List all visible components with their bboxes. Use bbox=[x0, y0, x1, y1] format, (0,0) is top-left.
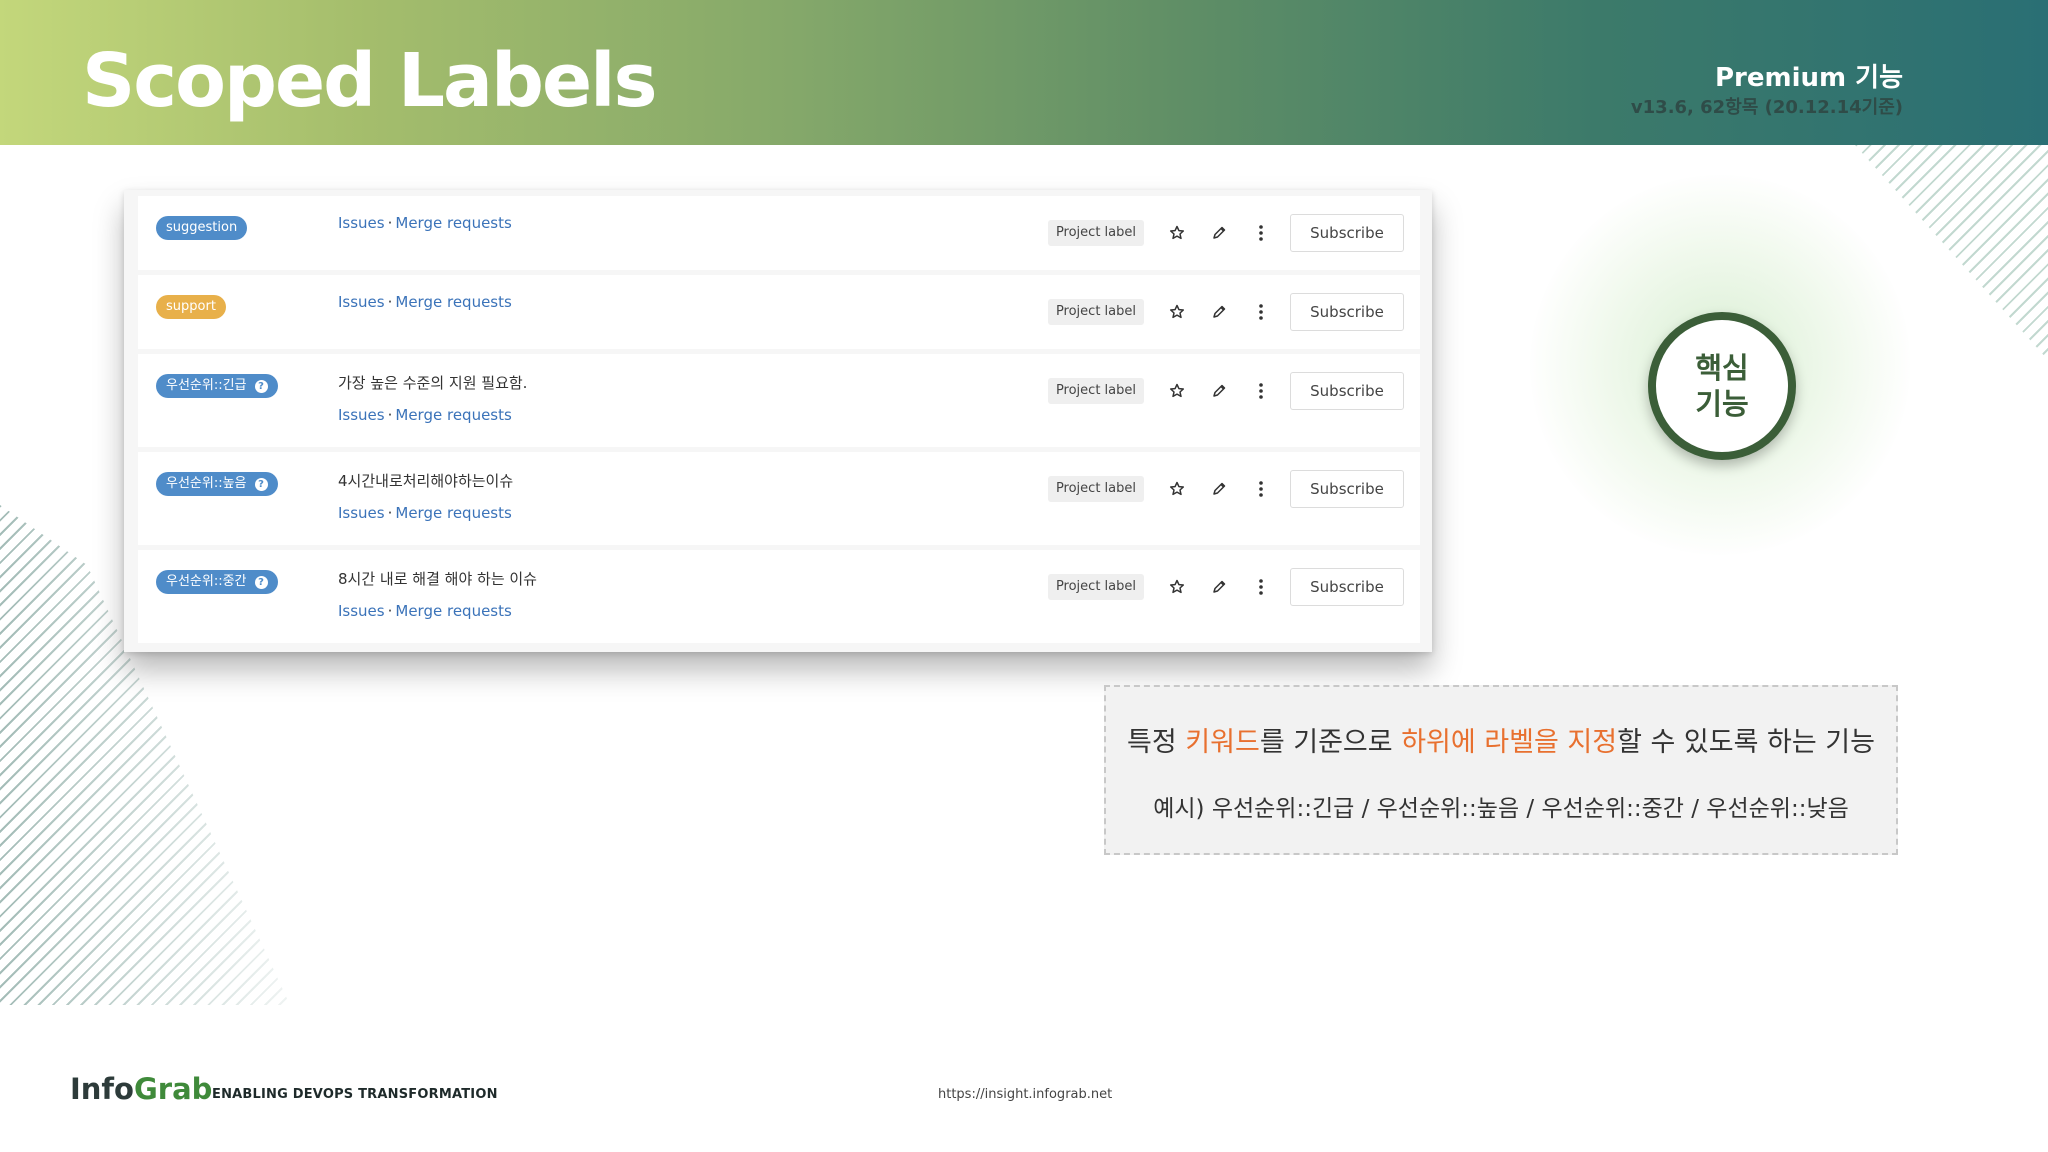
label-pill-text: 우선순위::긴급 bbox=[166, 378, 247, 393]
star-icon[interactable] bbox=[1156, 375, 1198, 407]
explanation-phrase: 하위에 라벨을 지정 bbox=[1401, 727, 1618, 758]
core-badge-line1: 핵심 bbox=[1695, 351, 1749, 385]
merge-requests-link[interactable]: Merge requests bbox=[395, 504, 511, 522]
core-badge-line2: 기능 bbox=[1695, 387, 1749, 421]
label-actions: Project label Subscribe bbox=[1047, 568, 1404, 606]
label-row: 우선순위::긴급 ? 가장 높은 수준의 지원 필요함. Issues · Merg… bbox=[138, 354, 1420, 447]
footer-tagline: ENABLING DEVOPS TRANSFORMATION bbox=[212, 1087, 498, 1102]
label-description: 8시간 내로 해결 해야 하는 이슈 bbox=[338, 570, 537, 588]
kebab-menu-icon[interactable] bbox=[1240, 473, 1282, 505]
label-actions: Project label Subscribe bbox=[1047, 470, 1404, 508]
merge-requests-link[interactable]: Merge requests bbox=[395, 214, 511, 232]
label-row: suggestion Issues · Merge requests Project… bbox=[138, 196, 1420, 270]
pencil-icon[interactable] bbox=[1198, 375, 1240, 407]
issues-link[interactable]: Issues bbox=[338, 406, 385, 424]
star-icon[interactable] bbox=[1156, 217, 1198, 249]
link-separator: · bbox=[387, 406, 393, 424]
label-pill-support[interactable]: support bbox=[156, 295, 226, 319]
project-label-badge: Project label bbox=[1047, 574, 1144, 600]
explanation-part1: 특정 bbox=[1127, 727, 1186, 758]
issues-link[interactable]: Issues bbox=[338, 504, 385, 522]
label-pill-text: 우선순위::높음 bbox=[166, 476, 247, 491]
explanation-example: 예시) 우선순위::긴급 / 우선순위::높음 / 우선순위::중간 / 우선순… bbox=[1153, 796, 1849, 822]
merge-requests-link[interactable]: Merge requests bbox=[395, 602, 511, 620]
link-separator: · bbox=[387, 214, 393, 232]
link-separator: · bbox=[387, 504, 393, 522]
issues-link[interactable]: Issues bbox=[338, 602, 385, 620]
kebab-menu-icon[interactable] bbox=[1240, 375, 1282, 407]
pencil-icon[interactable] bbox=[1198, 473, 1240, 505]
question-circle-icon[interactable]: ? bbox=[254, 379, 268, 393]
core-feature-badge: 핵심 기능 bbox=[1648, 312, 1796, 460]
label-pill-priority-urgent[interactable]: 우선순위::긴급 ? bbox=[156, 374, 278, 398]
pencil-icon[interactable] bbox=[1198, 571, 1240, 603]
label-links: Issues · Merge requests bbox=[338, 406, 512, 424]
star-icon[interactable] bbox=[1156, 571, 1198, 603]
star-icon[interactable] bbox=[1156, 296, 1198, 328]
merge-requests-link[interactable]: Merge requests bbox=[395, 406, 511, 424]
kebab-menu-icon[interactable] bbox=[1240, 296, 1282, 328]
subscribe-button[interactable]: Subscribe bbox=[1290, 372, 1404, 410]
pencil-icon[interactable] bbox=[1198, 217, 1240, 249]
header-band: Scoped Labels Premium 기능 v13.6, 62항목 (20… bbox=[0, 0, 2048, 145]
explanation-keyword: 키워드 bbox=[1185, 727, 1260, 758]
label-pill-priority-medium[interactable]: 우선순위::중간 ? bbox=[156, 570, 278, 594]
explanation-part3: 할 수 있도록 하는 기능 bbox=[1617, 727, 1875, 758]
explanation-part2: 를 기준으로 bbox=[1259, 727, 1402, 758]
label-row: 우선순위::중간 ? 8시간 내로 해결 해야 하는 이슈 Issues · Mer… bbox=[138, 550, 1420, 643]
label-pill-text: suggestion bbox=[166, 220, 238, 235]
explanation-text: 특정 키워드를 기준으로 하위에 라벨을 지정할 수 있도록 하는 기능 bbox=[1106, 720, 1896, 759]
kebab-menu-icon[interactable] bbox=[1240, 217, 1282, 249]
link-separator: · bbox=[387, 293, 393, 311]
subscribe-button[interactable]: Subscribe bbox=[1290, 214, 1404, 252]
project-label-badge: Project label bbox=[1047, 378, 1144, 404]
question-circle-icon[interactable]: ? bbox=[254, 575, 268, 589]
infograb-logo: InfoGrab bbox=[70, 1072, 212, 1106]
subscribe-button[interactable]: Subscribe bbox=[1290, 470, 1404, 508]
star-icon[interactable] bbox=[1156, 473, 1198, 505]
subscribe-button[interactable]: Subscribe bbox=[1290, 293, 1404, 331]
label-pill-priority-high[interactable]: 우선순위::높음 ? bbox=[156, 472, 278, 496]
question-circle-icon[interactable]: ? bbox=[254, 477, 268, 491]
project-label-badge: Project label bbox=[1047, 476, 1144, 502]
label-links: Issues · Merge requests bbox=[338, 293, 512, 311]
label-description: 가장 높은 수준의 지원 필요함. bbox=[338, 374, 528, 392]
label-links: Issues · Merge requests bbox=[338, 214, 512, 232]
labels-list-screenshot: suggestion Issues · Merge requests Project… bbox=[124, 190, 1432, 652]
slide-title: Scoped Labels bbox=[82, 38, 658, 124]
issues-link[interactable]: Issues bbox=[338, 293, 385, 311]
label-actions: Project label Subscribe bbox=[1047, 214, 1404, 252]
subscribe-button[interactable]: Subscribe bbox=[1290, 568, 1404, 606]
project-label-badge: Project label bbox=[1047, 220, 1144, 246]
explanation-box: 특정 키워드를 기준으로 하위에 라벨을 지정할 수 있도록 하는 기능 예시)… bbox=[1104, 685, 1898, 855]
kebab-menu-icon[interactable] bbox=[1240, 571, 1282, 603]
pencil-icon[interactable] bbox=[1198, 296, 1240, 328]
logo-info-text: Info bbox=[70, 1072, 134, 1106]
label-actions: Project label Subscribe bbox=[1047, 293, 1404, 331]
label-actions: Project label Subscribe bbox=[1047, 372, 1404, 410]
version-label: v13.6, 62항목 (20.12.14기준) bbox=[1630, 97, 1903, 118]
label-links: Issues · Merge requests bbox=[338, 504, 512, 522]
label-row: 우선순위::높음 ? 4시간내로처리해야하는이슈 Issues · Merge re… bbox=[138, 452, 1420, 545]
label-links: Issues · Merge requests bbox=[338, 602, 512, 620]
logo-grab-text: Grab bbox=[133, 1072, 213, 1106]
issues-link[interactable]: Issues bbox=[338, 214, 385, 232]
label-pill-text: support bbox=[166, 299, 216, 314]
merge-requests-link[interactable]: Merge requests bbox=[395, 293, 511, 311]
footer-url[interactable]: https://insight.infograb.net bbox=[938, 1087, 1112, 1102]
project-label-badge: Project label bbox=[1047, 299, 1144, 325]
label-pill-text: 우선순위::중간 bbox=[166, 574, 247, 589]
link-separator: · bbox=[387, 602, 393, 620]
label-pill-suggestion[interactable]: suggestion bbox=[156, 216, 248, 240]
label-description: 4시간내로처리해야하는이슈 bbox=[338, 472, 514, 490]
edition-label: Premium 기능 bbox=[1714, 63, 1903, 93]
label-row: support Issues · Merge requests Project la… bbox=[138, 275, 1420, 349]
